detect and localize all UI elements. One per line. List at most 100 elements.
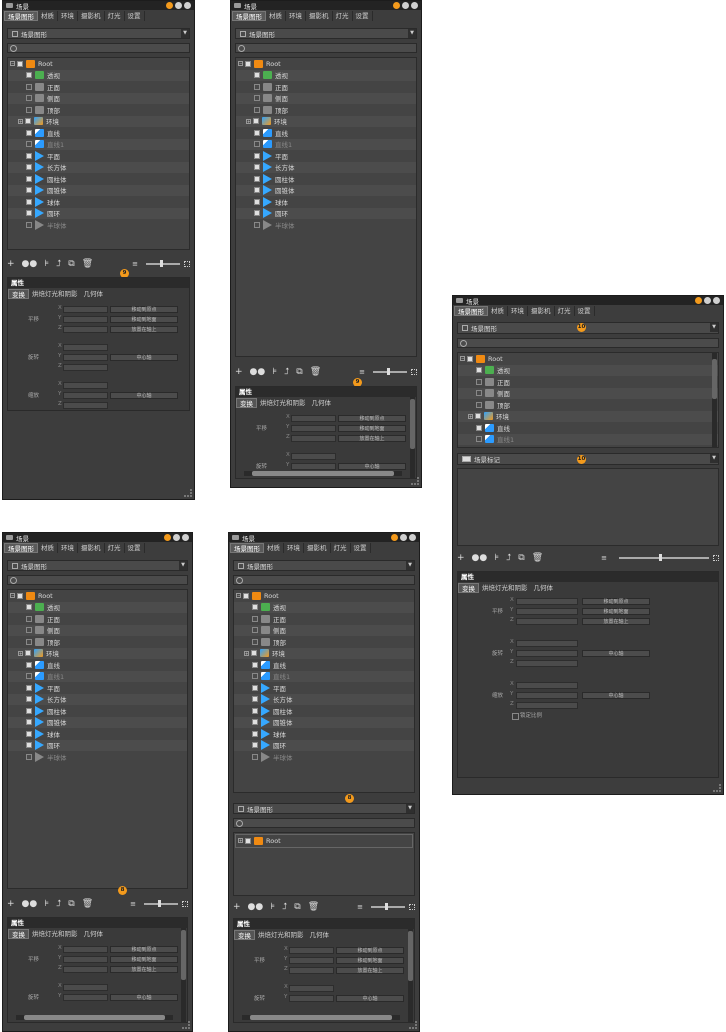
scene-graph-dropdown[interactable]: 场景图形 ▼ xyxy=(7,28,190,39)
add-icon[interactable]: + xyxy=(233,902,241,912)
place-axis-button[interactable]: 放置在轴上 xyxy=(338,435,406,442)
move-origin-button[interactable]: 移动到原点 xyxy=(582,598,650,605)
duplicate-icon[interactable]: ⧉ xyxy=(296,367,302,377)
place-axis-button[interactable]: 放置在轴上 xyxy=(336,967,404,974)
rotate-center-button[interactable]: 中心轴 xyxy=(582,650,650,657)
trash-icon[interactable]: 🗑 xyxy=(310,367,321,377)
resize-grip-icon[interactable] xyxy=(409,1021,417,1029)
duplicate-icon[interactable]: ⧉ xyxy=(294,902,300,912)
dock-icon[interactable] xyxy=(175,2,182,9)
close-icon[interactable] xyxy=(411,2,418,9)
scene-marks-dropdown[interactable]: 场景标记 ▼ xyxy=(457,453,719,465)
group-icon[interactable]: ●● xyxy=(22,899,38,909)
tab-materials[interactable]: 材质 xyxy=(38,543,58,553)
list-icon[interactable]: ≡ xyxy=(357,903,363,911)
tab-scene-graph[interactable]: 场景图形 xyxy=(4,11,38,21)
ptab-bake[interactable]: 烘焙灯光和阴影 xyxy=(479,583,531,593)
close-icon[interactable] xyxy=(713,297,720,304)
list-icon[interactable]: ≡ xyxy=(601,554,607,562)
scene-graph-dropdown[interactable]: 场景图形 ▼ xyxy=(457,322,719,334)
search-input[interactable] xyxy=(7,43,190,53)
tree-row-root[interactable]: − Root xyxy=(8,58,189,70)
tab-scene-graph[interactable]: 场景图形 xyxy=(4,543,38,553)
trash-icon[interactable]: 🗑 xyxy=(82,259,93,269)
pivot-icon[interactable]: ⊧ xyxy=(270,902,275,912)
title-bar[interactable]: 场景 xyxy=(453,296,723,306)
tab-materials[interactable]: 材质 xyxy=(488,306,508,316)
transfer-icon[interactable]: ⮥ xyxy=(506,553,511,563)
move-origin-button[interactable]: 移动到原点 xyxy=(338,415,406,422)
tab-lights[interactable]: 灯光 xyxy=(555,306,575,316)
search-input[interactable] xyxy=(7,575,188,585)
tab-lights[interactable]: 灯光 xyxy=(105,543,125,553)
move-ground-button[interactable]: 移动到地面 xyxy=(110,956,178,963)
place-axis-button[interactable]: 放置在轴上 xyxy=(582,618,650,625)
expand-icon[interactable]: + xyxy=(238,838,243,844)
title-bar[interactable]: 场景 xyxy=(3,533,192,543)
move-ground-button[interactable]: 移动到地面 xyxy=(338,425,406,432)
tab-cameras[interactable]: 摄影机 xyxy=(78,543,105,553)
lock-ratio-checkbox[interactable] xyxy=(512,713,519,720)
rotate-center-button[interactable]: 中心轴 xyxy=(110,354,178,361)
list-icon[interactable]: ≡ xyxy=(132,260,138,268)
rotate-center-button[interactable]: 中心轴 xyxy=(336,995,404,1002)
transfer-icon[interactable]: ⮥ xyxy=(282,902,287,912)
grid-icon[interactable] xyxy=(182,901,188,907)
expand-icon[interactable]: + xyxy=(468,413,473,419)
horizontal-scrollbar[interactable] xyxy=(244,471,402,476)
pin-icon[interactable] xyxy=(166,2,173,9)
group-icon[interactable]: ●● xyxy=(248,902,264,912)
zoom-slider[interactable] xyxy=(144,900,178,907)
ptab-transform[interactable]: 变换 xyxy=(8,929,29,939)
expand-icon[interactable]: + xyxy=(18,650,23,656)
move-origin-button[interactable]: 移动到原点 xyxy=(110,946,178,953)
tab-settings[interactable]: 设置 xyxy=(353,11,373,21)
add-icon[interactable]: + xyxy=(235,367,243,377)
ptab-transform[interactable]: 变换 xyxy=(458,583,479,593)
group-icon[interactable]: ●● xyxy=(250,367,266,377)
pivot-icon[interactable]: ⊧ xyxy=(44,259,49,269)
tab-lights[interactable]: 灯光 xyxy=(105,11,125,21)
tab-scene-graph[interactable]: 场景图形 xyxy=(230,543,264,553)
tab-cameras[interactable]: 摄影机 xyxy=(304,543,331,553)
resize-grip-icon[interactable] xyxy=(713,784,721,792)
ptab-transform[interactable]: 变换 xyxy=(236,398,257,408)
grid-icon[interactable] xyxy=(184,261,190,267)
ptab-geometry[interactable]: 几何体 xyxy=(81,289,107,299)
tab-settings[interactable]: 设置 xyxy=(125,543,145,553)
collapse-icon[interactable]: − xyxy=(10,61,15,67)
move-origin-button[interactable]: 移动到原点 xyxy=(336,947,404,954)
resize-grip-icon[interactable] xyxy=(182,1021,190,1029)
trash-icon[interactable]: 🗑 xyxy=(308,902,319,912)
add-icon[interactable]: + xyxy=(457,553,465,563)
scene-graph-dropdown[interactable]: 场景图形 ▼ xyxy=(233,560,415,571)
tab-settings[interactable]: 设置 xyxy=(125,11,145,21)
rotate-center-button[interactable]: 中心轴 xyxy=(110,994,178,1001)
ptab-bake[interactable]: 烘焙灯光和阴影 xyxy=(29,929,81,939)
pin-icon[interactable] xyxy=(393,2,400,9)
transfer-icon[interactable]: ⮥ xyxy=(284,367,289,377)
ptab-bake[interactable]: 烘焙灯光和阴影 xyxy=(257,398,309,408)
tab-scene-graph[interactable]: 场景图形 xyxy=(232,11,266,21)
duplicate-icon[interactable]: ⧉ xyxy=(68,899,74,909)
tab-environment[interactable]: 环境 xyxy=(58,11,78,21)
trash-icon[interactable]: 🗑 xyxy=(82,899,93,909)
collapse-icon[interactable]: − xyxy=(238,61,243,67)
transfer-icon[interactable]: ⮥ xyxy=(56,259,61,269)
tab-materials[interactable]: 材质 xyxy=(266,11,286,21)
trash-icon[interactable]: 🗑 xyxy=(532,553,543,563)
ptab-geometry[interactable]: 几何体 xyxy=(81,929,107,939)
scene-graph-dropdown-2[interactable]: 场景图形 ▼ xyxy=(233,803,415,814)
ptab-geometry[interactable]: 几何体 xyxy=(531,583,557,593)
tab-environment[interactable]: 环境 xyxy=(508,306,528,316)
tab-cameras[interactable]: 摄影机 xyxy=(306,11,333,21)
vertical-scrollbar[interactable] xyxy=(712,353,717,447)
collapse-icon[interactable]: − xyxy=(10,593,15,599)
ptab-bake[interactable]: 烘焙灯光和阴影 xyxy=(29,289,81,299)
list-icon[interactable]: ≡ xyxy=(359,368,365,376)
scale-center-button[interactable]: 中心轴 xyxy=(582,692,650,699)
dock-icon[interactable] xyxy=(173,534,180,541)
pivot-icon[interactable]: ⊧ xyxy=(494,553,499,563)
place-axis-button[interactable]: 放置在轴上 xyxy=(110,966,178,973)
zoom-slider[interactable] xyxy=(146,260,180,267)
